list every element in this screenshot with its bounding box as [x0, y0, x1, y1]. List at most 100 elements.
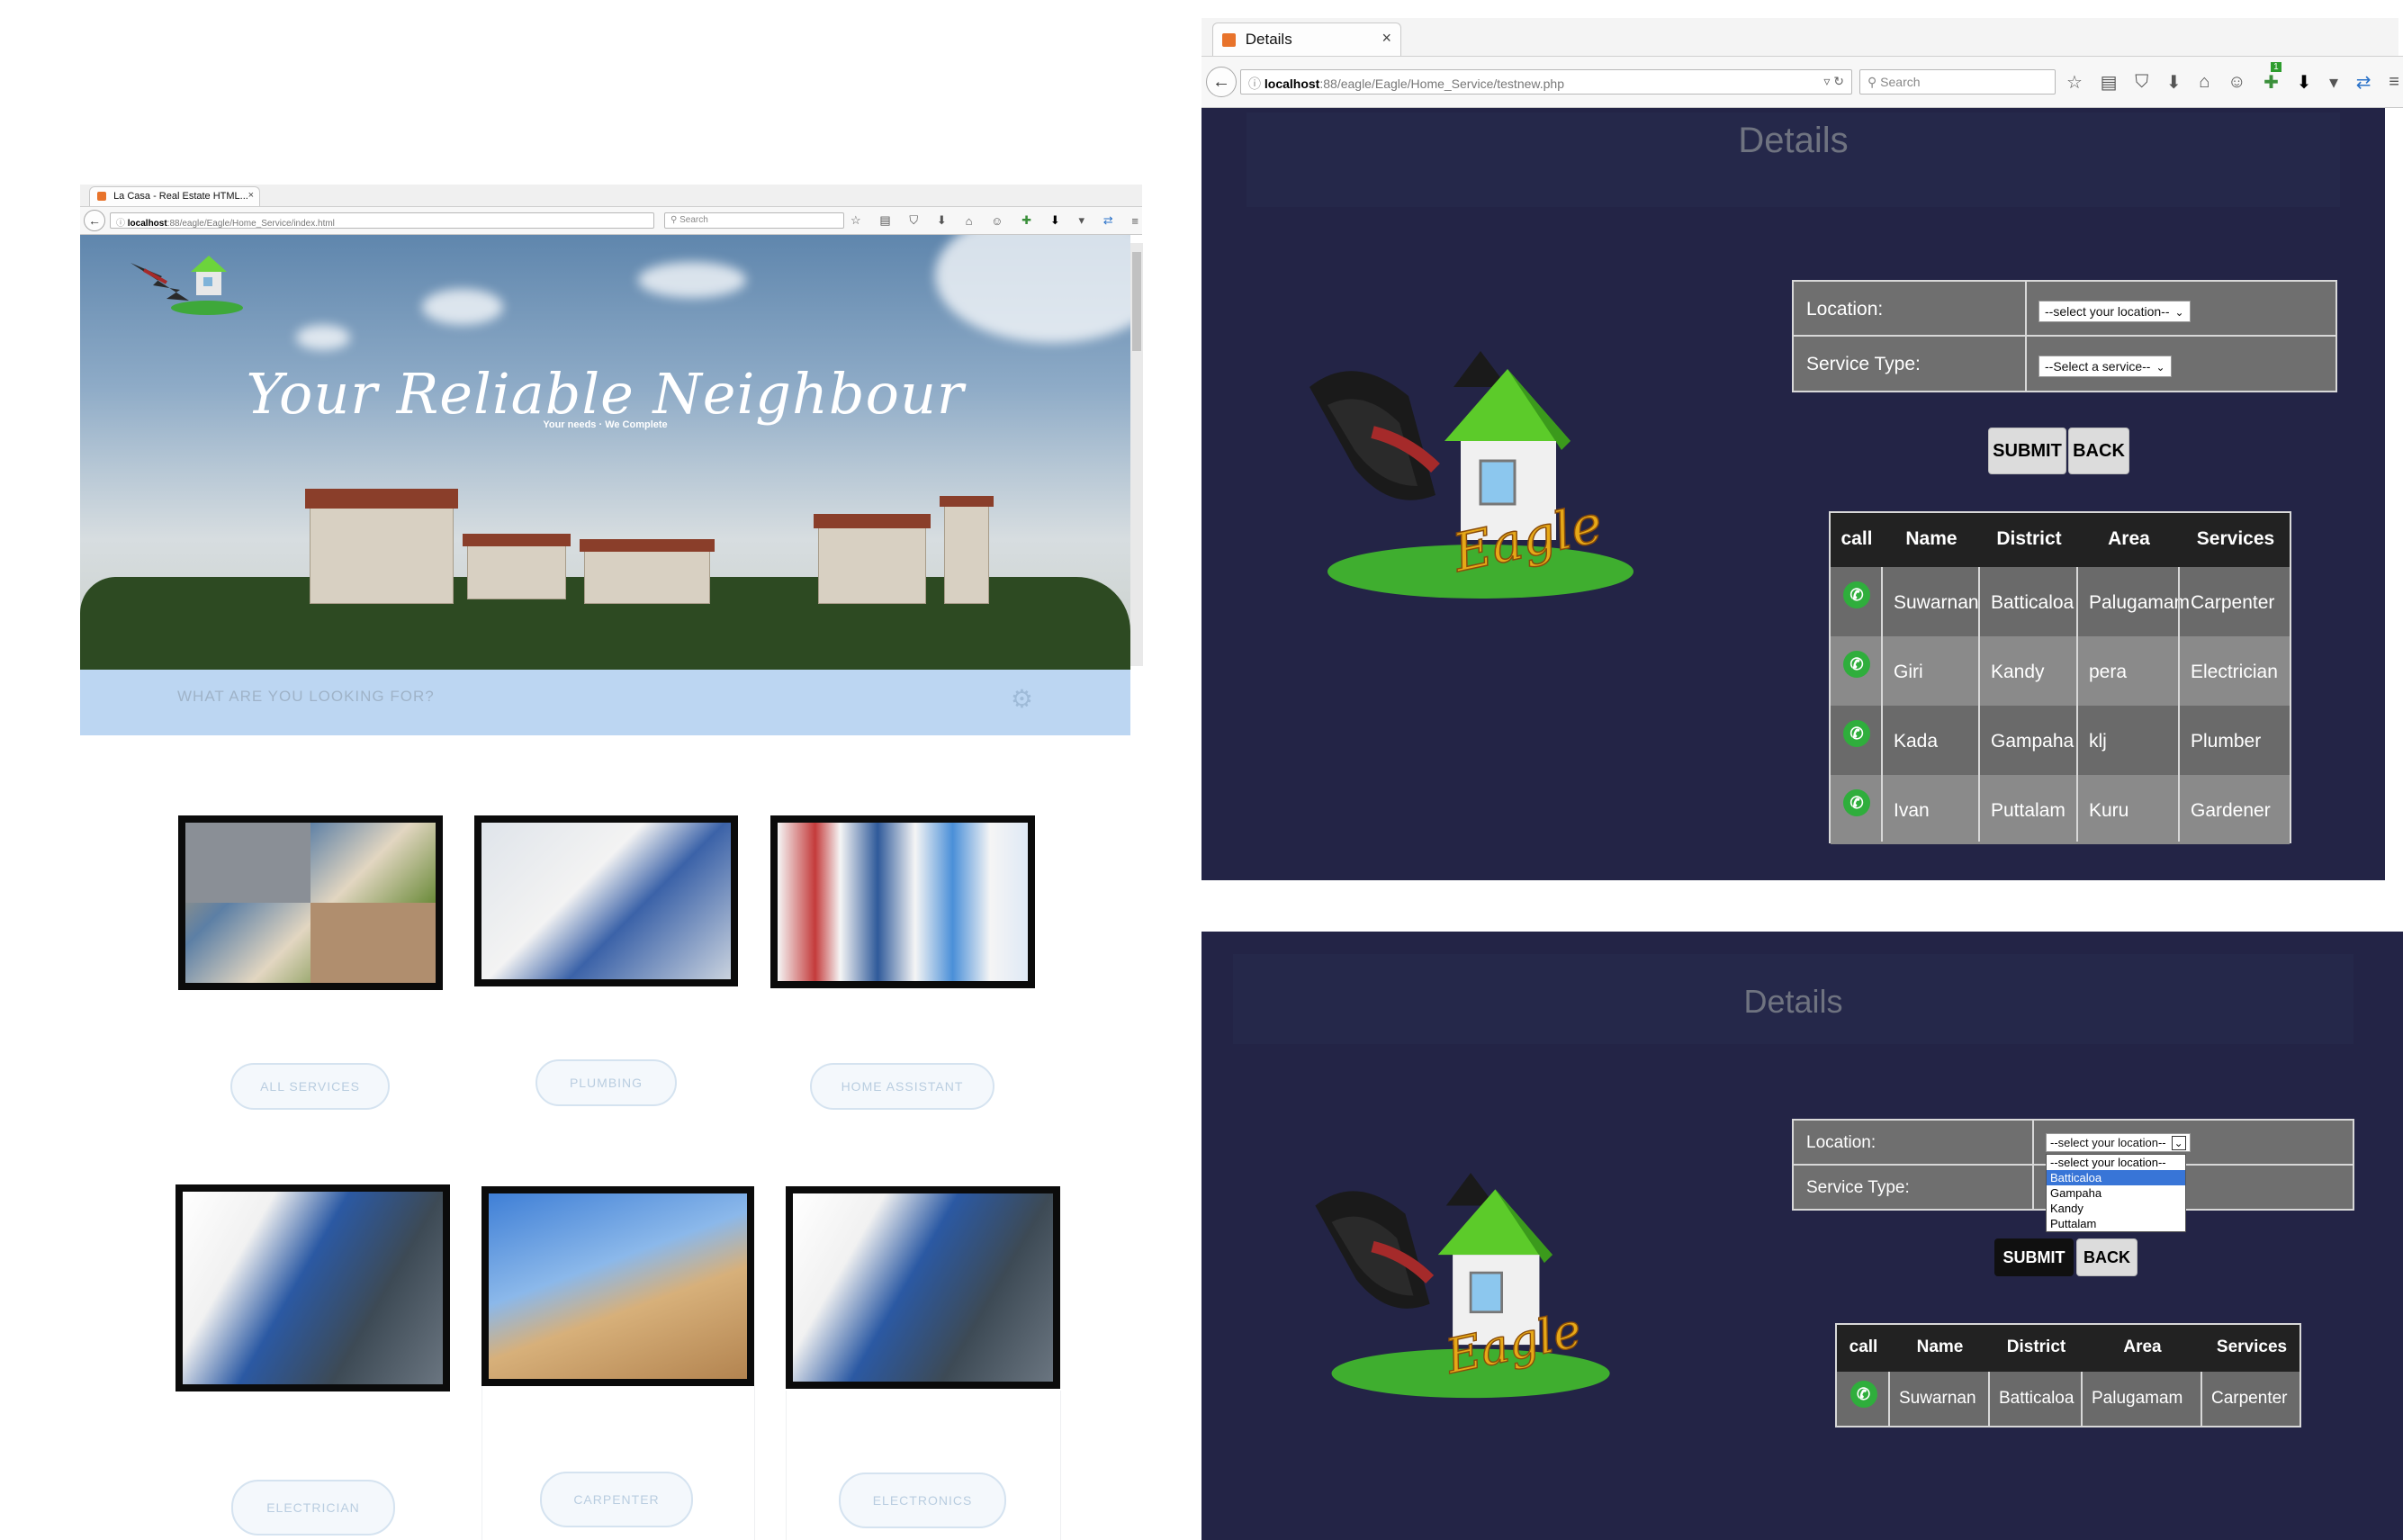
- location-select[interactable]: --select your location-- ⌄: [2038, 301, 2191, 322]
- phone-call-icon[interactable]: ✆: [1843, 720, 1870, 747]
- search-form-top: Location: Service Type: --select your lo…: [1792, 280, 2337, 392]
- back-icon[interactable]: ←: [84, 210, 105, 231]
- cell-area: Palugamam: [2089, 592, 2191, 613]
- castle-roof: [814, 514, 931, 528]
- pocket-icon[interactable]: ⛉: [2135, 72, 2148, 93]
- right-browser-tab[interactable]: Details ×: [1212, 23, 1401, 56]
- menu-icon[interactable]: ≡: [1131, 214, 1138, 228]
- all-services-button[interactable]: ALL SERVICES: [230, 1063, 390, 1110]
- column-header-call: call: [1849, 1337, 1878, 1356]
- castle-wing: [584, 550, 710, 604]
- pocket-icon[interactable]: ⛉: [909, 213, 918, 228]
- cell-service: Electrician: [2191, 662, 2278, 682]
- dropdown-option[interactable]: Batticaloa: [2047, 1170, 2185, 1185]
- service-image-carpenter[interactable]: [482, 1186, 754, 1386]
- cloud-shape: [296, 325, 350, 350]
- right-url-bar[interactable]: ⓘ localhost:88/eagle/Eagle/Home_Service/…: [1240, 69, 1852, 95]
- chat-icon[interactable]: ☺: [2228, 72, 2246, 93]
- reading-list-icon[interactable]: ▤: [879, 213, 890, 228]
- dropdown-option[interactable]: Puttalam: [2047, 1216, 2185, 1231]
- service-image-all-services[interactable]: [178, 815, 443, 990]
- castle-roof: [580, 539, 715, 552]
- home-icon[interactable]: ⌂: [966, 214, 973, 228]
- location-select-value: --select your location--: [2050, 1136, 2166, 1149]
- plumbing-button[interactable]: PLUMBING: [536, 1059, 677, 1106]
- download-icon[interactable]: ⬇: [937, 213, 947, 228]
- submit-button[interactable]: SUBMIT: [1988, 428, 2066, 474]
- menu-icon[interactable]: ≡: [2389, 72, 2399, 93]
- service-type-select[interactable]: --Select a service-- ⌄: [2038, 356, 2172, 377]
- page-scrollbar[interactable]: [1130, 243, 1143, 666]
- home-assistant-button[interactable]: HOME ASSISTANT: [810, 1063, 994, 1110]
- gear-icon[interactable]: ⚙: [1011, 684, 1033, 714]
- download-arrow-icon[interactable]: ⬇: [1050, 213, 1060, 228]
- column-divider: [2178, 567, 2180, 842]
- column-divider: [1888, 1372, 1890, 1426]
- service-search-bar[interactable]: WHAT ARE YOU LOOKING FOR? ⚙: [80, 670, 1130, 735]
- service-image-electrician[interactable]: [176, 1184, 450, 1391]
- right-search-box[interactable]: ⚲ Search: [1859, 69, 2056, 95]
- left-search-box[interactable]: ⚲ Search: [664, 212, 844, 229]
- dropdown-option[interactable]: --select your location--: [2047, 1155, 2185, 1170]
- addon-icon[interactable]: ✚ 1: [2264, 61, 2282, 94]
- cloud-shape: [935, 235, 1130, 343]
- dropdown-caret-icon[interactable]: ▾: [2329, 71, 2338, 94]
- phone-call-icon[interactable]: ✆: [1850, 1381, 1877, 1408]
- cell-district: Kandy: [1991, 662, 2045, 682]
- eagle-logo-icon: Eagle: [1310, 351, 1634, 599]
- left-url-bar[interactable]: ⓘ localhost:88/eagle/Eagle/Home_Service/…: [110, 212, 654, 229]
- star-icon[interactable]: ☆: [850, 213, 861, 228]
- phone-call-icon[interactable]: ✆: [1843, 651, 1870, 678]
- left-browser-tab[interactable]: La Casa - Real Estate HTML... ×: [89, 186, 260, 206]
- service-select-value: --Select a service--: [2045, 359, 2151, 374]
- home-icon[interactable]: ⌂: [2199, 72, 2210, 93]
- column-header-services: Services: [2196, 528, 2275, 549]
- carpenter-button[interactable]: CARPENTER: [540, 1472, 693, 1527]
- info-icon: ⓘ: [1248, 77, 1264, 91]
- collage-tile: [185, 823, 310, 903]
- download-icon[interactable]: ⬇: [2166, 71, 2182, 94]
- electronics-button[interactable]: ELECTRONICS: [839, 1472, 1006, 1528]
- back-button[interactable]: BACK: [2076, 1238, 2138, 1276]
- translate-icon[interactable]: ⇄: [1103, 213, 1113, 228]
- right-toolbar-icons: ☆ ▤ ⛉ ⬇ ⌂ ☺ ✚ 1 ⬇ ▾ ⇄ ≡: [2066, 61, 2399, 95]
- dropdown-option[interactable]: Gampaha: [2047, 1185, 2185, 1201]
- cell-service: Carpenter: [2191, 592, 2275, 613]
- service-image-home-assistant[interactable]: [770, 815, 1035, 988]
- dropdown-caret-icon[interactable]: ▾: [1078, 213, 1084, 228]
- back-icon[interactable]: ←: [1206, 67, 1237, 97]
- column-header-name: Name: [1916, 1337, 1964, 1356]
- table-header: call Name District Area Services: [1837, 1325, 2300, 1372]
- location-select[interactable]: --select your location-- ⌄: [2046, 1133, 2191, 1152]
- eagle-logo-icon[interactable]: [126, 245, 252, 326]
- submit-button[interactable]: SUBMIT: [1994, 1238, 2074, 1276]
- download-arrow-icon[interactable]: ⬇: [2297, 71, 2312, 94]
- site-favicon-icon: [97, 192, 106, 202]
- castle-tower: [818, 527, 926, 604]
- close-icon[interactable]: ×: [248, 190, 254, 201]
- close-icon[interactable]: ×: [1382, 29, 1391, 48]
- page-title: Details: [1743, 983, 1843, 1020]
- service-image-plumbing[interactable]: [474, 815, 738, 986]
- cell-area: klj: [2089, 731, 2107, 752]
- cell-name: Suwarnan: [1899, 1389, 1976, 1408]
- scrollbar-thumb[interactable]: [1132, 252, 1141, 351]
- dropdown-option[interactable]: Kandy: [2047, 1201, 2185, 1216]
- translate-icon[interactable]: ⇄: [2356, 71, 2372, 94]
- chevron-down-icon: ⌄: [2171, 1136, 2186, 1150]
- electrician-button[interactable]: ELECTRICIAN: [231, 1480, 395, 1535]
- reading-list-icon[interactable]: ▤: [2101, 71, 2118, 94]
- addon-icon[interactable]: ✚: [1022, 213, 1031, 228]
- column-divider: [2081, 1372, 2083, 1426]
- column-header-district: District: [1996, 528, 2062, 549]
- chat-icon[interactable]: ☺: [991, 214, 1003, 228]
- back-button[interactable]: BACK: [2068, 428, 2129, 474]
- phone-call-icon[interactable]: ✆: [1843, 581, 1870, 608]
- phone-call-icon[interactable]: ✆: [1843, 789, 1870, 816]
- location-dropdown-list[interactable]: --select your location-- Batticaloa Gampah…: [2046, 1154, 2186, 1232]
- column-divider: [1881, 567, 1883, 842]
- service-image-electronics[interactable]: [786, 1186, 1060, 1389]
- reload-icon[interactable]: ▿ ↻: [1823, 74, 1844, 89]
- page-title: Details: [1738, 121, 1849, 160]
- star-icon[interactable]: ☆: [2066, 71, 2083, 94]
